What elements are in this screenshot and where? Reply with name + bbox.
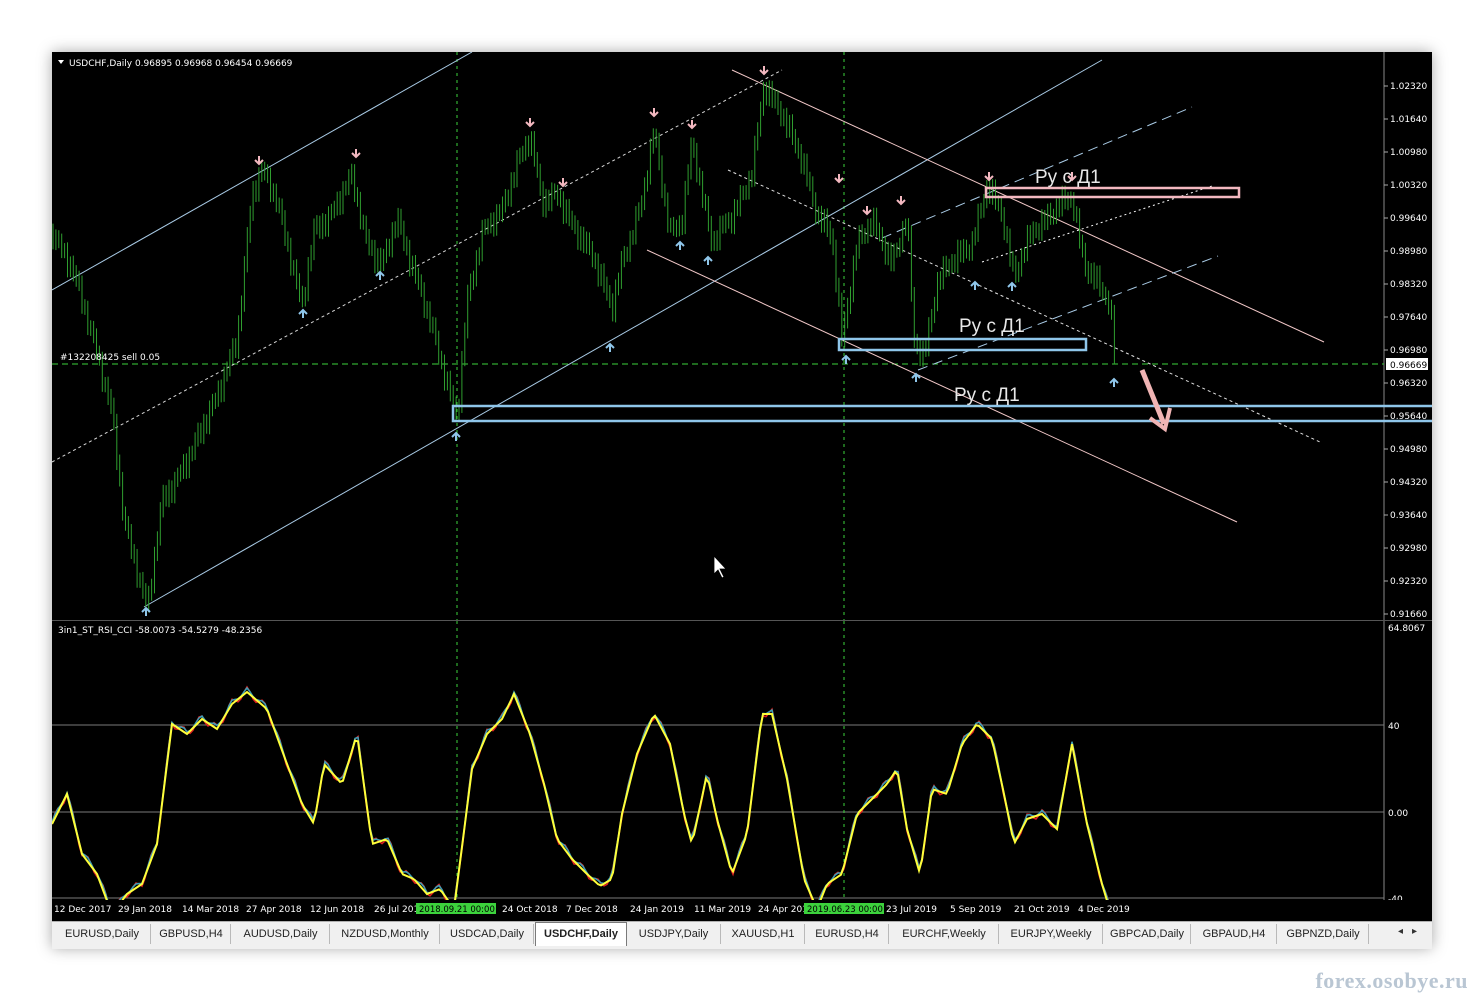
fractal-down-arrow-icon — [649, 108, 659, 118]
price-tick-label: 0.91660 — [1390, 610, 1427, 620]
fractal-up-arrow-icon — [970, 280, 980, 290]
indicator-canvas[interactable]: 3in1_ST_RSI_CCI -58.0073 -54.5279 -48.23… — [52, 621, 1432, 903]
time-axis-label: 12 Dec 2017 — [54, 905, 112, 915]
current-price-label: 0.96669 — [1390, 361, 1427, 371]
chart-tab[interactable]: XAUUSD,H1 — [722, 924, 805, 944]
time-axis-label: 4 Dec 2019 — [1078, 905, 1130, 915]
descending-channel-mid — [727, 169, 1321, 443]
time-axis-label: 24 Jan 2019 — [630, 905, 684, 915]
time-axis: 12 Dec 2017 29 Jan 2018 14 Mar 2018 27 Apr … — [52, 900, 1432, 921]
fractal-down-arrow-icon — [862, 206, 872, 216]
price-chart-pane[interactable]: Ру с Д1 Ру с Д1 Ру с Д1 USDCHF,Daily 0.9… — [52, 52, 1432, 620]
chart-tab[interactable]: GBPCAD,Daily — [1104, 924, 1191, 944]
mouse-cursor-icon — [713, 554, 727, 579]
price-tick-label: 0.93640 — [1390, 511, 1427, 521]
price-tick-label: 1.02320 — [1390, 82, 1427, 92]
chart-tab[interactable]: USDCHF,Daily — [535, 922, 627, 946]
fractal-down-arrow-icon — [759, 66, 769, 76]
price-tick-label: 0.98980 — [1390, 247, 1427, 257]
fractal-up-arrow-icon — [451, 431, 461, 441]
time-marker-label: 2019.06.23 00:00 — [807, 905, 883, 915]
price-tick-label: 0.99640 — [1390, 214, 1427, 224]
fractal-down-arrow-icon — [896, 196, 906, 206]
chart-tab-bar: EURUSD,Daily GBPUSD,H4 AUDUSD,Daily NZDUSD,… — [52, 921, 1432, 949]
fractal-down-arrow-icon — [525, 118, 535, 128]
indicator-level: 0.00 — [1388, 809, 1408, 819]
indicator-level: 40 — [1388, 722, 1400, 732]
order-label: #132208425 sell 0.05 — [60, 353, 160, 363]
time-axis-label: 12 Jun 2018 — [310, 905, 364, 915]
fractal-up-arrow-icon — [703, 255, 713, 265]
symbol-info: USDCHF,Daily 0.96895 0.96968 0.96454 0.9… — [69, 59, 293, 69]
chart-tab[interactable]: EURUSD,Daily — [54, 924, 151, 944]
price-tick-label: 0.96320 — [1390, 379, 1427, 389]
time-axis-label: 5 Sep 2019 — [950, 905, 1002, 915]
ascending-channel-mid — [52, 69, 783, 463]
recent-channel-bottom — [917, 255, 1219, 371]
tab-scroll-right-icon[interactable]: ▸ — [1412, 926, 1417, 937]
time-marker-label: 2018.09.21 00:00 — [419, 905, 495, 915]
price-chart-canvas[interactable]: Ру с Д1 Ру с Д1 Ру с Д1 USDCHF,Daily 0.9… — [52, 52, 1432, 620]
price-tick-label: 0.94320 — [1390, 478, 1427, 488]
forecast-arrow — [1139, 369, 1167, 425]
price-tick-label: 0.96980 — [1390, 346, 1427, 356]
fractal-down-arrow-icon — [687, 120, 697, 130]
chart-tab[interactable]: GBPNZD,Daily — [1278, 924, 1369, 944]
chart-tab[interactable]: EURJPY,Weekly — [1000, 924, 1103, 944]
fractal-arrows — [141, 66, 1119, 616]
time-axis-label: 14 Mar 2018 — [182, 905, 239, 915]
chart-window: Ру с Д1 Ру с Д1 Ру с Д1 USDCHF,Daily 0.9… — [52, 52, 1432, 949]
fractal-up-arrow-icon — [675, 240, 685, 250]
fractal-up-arrow-icon — [375, 270, 385, 280]
fractal-down-arrow-icon — [351, 149, 361, 159]
zone-label: Ру с Д1 — [1035, 167, 1101, 188]
fractal-up-arrow-icon — [841, 354, 851, 364]
site-watermark: forex.osobye.ru — [1315, 968, 1468, 993]
chart-tab[interactable]: GBPUSD,H4 — [152, 924, 231, 944]
price-tick-label: 1.00980 — [1390, 148, 1427, 158]
indicator-max: 64.8067 — [1388, 624, 1425, 634]
fractal-up-arrow-icon — [298, 308, 308, 318]
zone-label: Ру с Д1 — [959, 316, 1025, 337]
fractal-down-arrow-icon — [558, 178, 568, 188]
fractal-down-arrow-icon — [984, 172, 994, 182]
price-tick-label: 1.01640 — [1390, 115, 1427, 125]
chart-tab[interactable]: AUDUSD,Daily — [232, 924, 330, 944]
price-tick-label: 0.92320 — [1390, 577, 1427, 587]
time-axis-label: 7 Dec 2018 — [566, 905, 618, 915]
time-axis-label: 24 Oct 2018 — [502, 905, 558, 915]
time-axis-label: 29 Jan 2018 — [118, 905, 172, 915]
fractal-up-arrow-icon — [1109, 377, 1119, 387]
fractal-down-arrow-icon — [834, 174, 844, 184]
price-tick-label: 0.92980 — [1390, 544, 1427, 554]
time-axis-label: 21 Oct 2019 — [1014, 905, 1070, 915]
support-zone-box — [837, 337, 1088, 352]
chart-tab[interactable]: NZDUSD,Monthly — [331, 924, 440, 944]
price-tick-label: 0.94980 — [1390, 445, 1427, 455]
dropdown-icon[interactable] — [58, 60, 64, 64]
indicator-lines — [52, 685, 1110, 903]
price-tick-label: 0.95640 — [1390, 412, 1427, 422]
time-axis-label: 23 Jul 2019 — [886, 905, 937, 915]
indicator-pane[interactable]: 3in1_ST_RSI_CCI -58.0073 -54.5279 -48.23… — [52, 620, 1432, 903]
chart-tab[interactable]: EURUSD,H4 — [806, 924, 889, 944]
price-tick-label: 0.97640 — [1390, 313, 1427, 323]
fractal-up-arrow-icon — [605, 342, 615, 352]
time-axis-label: 11 Mar 2019 — [694, 905, 751, 915]
support-zone-box — [451, 404, 1432, 423]
candlesticks — [52, 80, 1115, 614]
fractal-up-arrow-icon — [1007, 281, 1017, 291]
chart-tab[interactable]: USDCAD,Daily — [441, 924, 534, 944]
descending-channel-top — [731, 69, 1325, 343]
price-tick-label: 0.98320 — [1390, 280, 1427, 290]
chart-tab[interactable]: EURCHF,Weekly — [890, 924, 999, 944]
tab-scroll-left-icon[interactable]: ◂ — [1398, 926, 1403, 937]
zone-label: Ру с Д1 — [954, 385, 1020, 406]
price-tick-label: 1.00320 — [1390, 181, 1427, 191]
time-axis-label: 27 Apr 2018 — [246, 905, 302, 915]
chart-tab[interactable]: USDJPY,Daily — [627, 924, 721, 944]
indicator-title: 3in1_ST_RSI_CCI -58.0073 -54.5279 -48.23… — [58, 626, 262, 636]
chart-tab[interactable]: GBPAUD,H4 — [1192, 924, 1277, 944]
